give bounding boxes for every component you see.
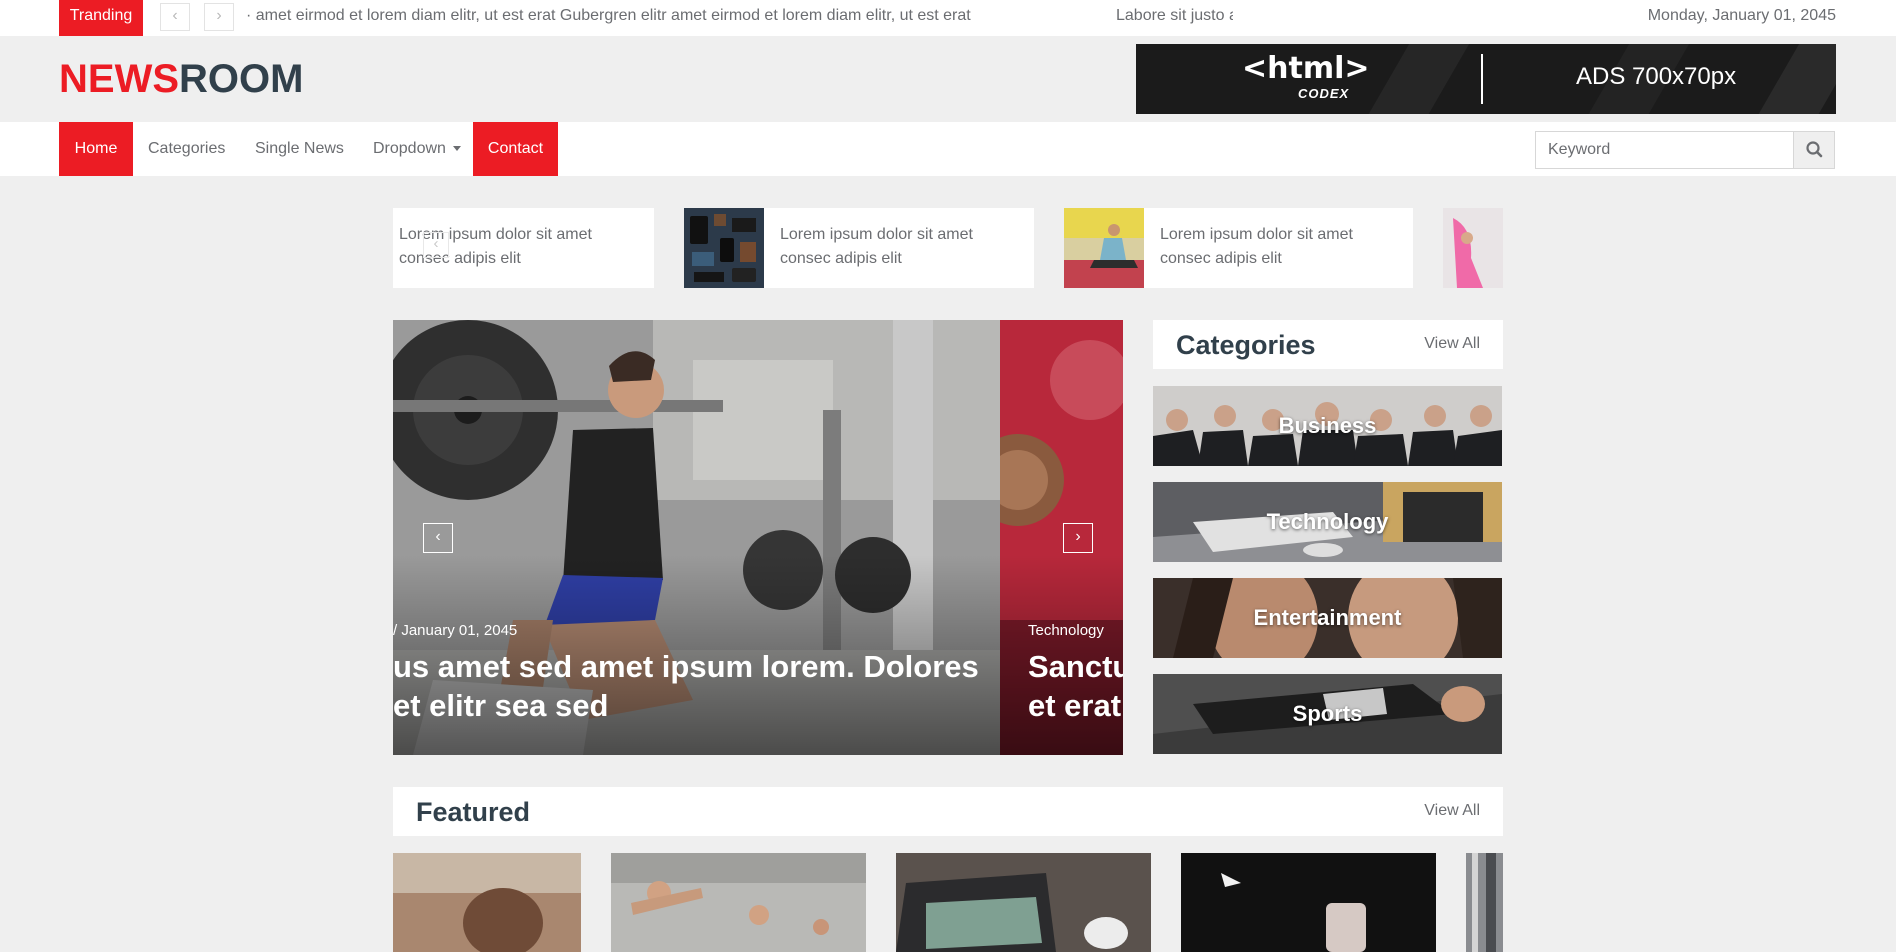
featured-title: Featured — [416, 797, 531, 827]
featured-card-image[interactable] — [896, 853, 1151, 952]
categories-title: Categories — [1176, 330, 1316, 360]
mini-news-text[interactable]: Lorem ipsum dolor sit amet consec adipis… — [780, 223, 973, 271]
category-label: Business — [1278, 413, 1377, 438]
mini-news-card[interactable] — [1443, 208, 1503, 288]
site-logo[interactable]: NEWSROOM — [59, 56, 303, 102]
hero-slide[interactable]: Technology Sanctus et erat — [1000, 320, 1123, 755]
nav-single-news[interactable]: Single News — [255, 122, 344, 176]
search-button[interactable] — [1793, 132, 1834, 168]
mini-news-card[interactable]: Lorem ipsum dolor sit amet consec adipis… — [684, 208, 1034, 288]
chevron-left-icon: ‹ — [435, 528, 441, 545]
featured-photo — [611, 853, 866, 952]
logo-part-red: NEWS — [59, 57, 179, 101]
trending-ticker[interactable]: · amet eirmod et lorem diam elitr, ut es… — [246, 0, 1236, 36]
ad-brand-logo: <html> — [1242, 51, 1370, 86]
ad-stripe — [1741, 44, 1836, 114]
ad-banner[interactable]: <html> CODEX ADS 700x70px — [1136, 44, 1836, 114]
chevron-right-icon: › — [1075, 528, 1081, 545]
category-card-sports[interactable]: Sports — [1153, 674, 1502, 754]
mini-news-line: Lorem ipsum dolor sit amet — [780, 226, 973, 243]
ticker-prev-button[interactable]: ‹ — [160, 3, 190, 31]
ticker-item[interactable]: · amet eirmod et lorem diam elitr, ut es… — [246, 0, 971, 32]
search-icon — [1806, 141, 1823, 158]
mini-news-thumbnail[interactable] — [1443, 208, 1503, 288]
categories-view-all-link[interactable]: View All — [1424, 335, 1480, 353]
ad-text: ADS 700x70px — [1576, 63, 1737, 90]
yoga-image — [1064, 208, 1144, 288]
featured-photo — [1466, 853, 1503, 952]
trending-badge: Tranding — [59, 0, 143, 36]
top-bar: Tranding ‹ › · amet eirmod et lorem diam… — [0, 0, 1896, 36]
hero-meta: / January 01, 2045 — [393, 622, 518, 639]
hero-slider[interactable]: / January 01, 2045 us amet sed amet ipsu… — [393, 320, 1123, 755]
chevron-right-icon: › — [216, 7, 222, 24]
hero-category[interactable]: Technology — [1028, 622, 1104, 639]
mini-news-line: consec adipis elit — [1160, 250, 1282, 267]
featured-header: Featured View All — [393, 787, 1503, 836]
ad-stripe — [1351, 44, 1481, 114]
featured-photo — [1181, 853, 1436, 952]
brand-row: NEWSROOM <html> CODEX ADS 700x70px — [0, 36, 1896, 122]
mini-news-card[interactable]: Lorem ipsum dolor sit amet consec adipis… — [1064, 208, 1413, 288]
caret-down-icon — [453, 146, 462, 152]
featured-photo — [393, 853, 581, 952]
nav-dropdown-label: Dropdown — [373, 140, 446, 157]
ticker-next-button[interactable]: › — [204, 3, 234, 31]
featured-card-image[interactable] — [1466, 853, 1503, 952]
nav-contact[interactable]: Contact — [473, 122, 558, 176]
chevron-left-icon: ‹ — [433, 235, 439, 252]
mini-news-thumbnail[interactable] — [1064, 208, 1144, 288]
category-label: Technology — [1266, 509, 1389, 534]
nav-home[interactable]: Home — [59, 122, 133, 176]
featured-view-all-link[interactable]: View All — [1424, 802, 1480, 820]
chevron-left-icon: ‹ — [172, 7, 178, 24]
hero-headline[interactable]: et elitr sea sed — [393, 686, 608, 725]
search-input[interactable] — [1536, 132, 1794, 168]
nav-categories[interactable]: Categories — [148, 122, 225, 176]
category-label: Sports — [1292, 701, 1363, 726]
featured-card-image[interactable] — [1181, 853, 1436, 952]
category-card-technology[interactable]: Technology — [1153, 482, 1502, 562]
mini-news-text[interactable]: Lorem ipsum dolor sit amet consec adipis… — [1160, 223, 1353, 271]
hero-prev-button[interactable]: ‹ — [423, 523, 453, 553]
mini-news-line: Lorem ipsum dolor sit amet — [1160, 226, 1353, 243]
hero-headline[interactable]: Sanctus — [1028, 647, 1123, 686]
ad-brand-sub: CODEX — [1298, 86, 1350, 101]
current-date: Monday, January 01, 2045 — [1647, 7, 1836, 24]
mini-news-line: consec adipis elit — [780, 250, 902, 267]
ad-divider — [1481, 54, 1483, 104]
category-card-business[interactable]: Business — [1153, 386, 1502, 466]
hero-headline[interactable]: et erat — [1028, 686, 1121, 725]
fitness-image — [1443, 208, 1503, 288]
categories-header: Categories View All — [1153, 320, 1503, 369]
logo-part-dark: ROOM — [179, 57, 304, 101]
hero-slide[interactable]: / January 01, 2045 us amet sed amet ipsu… — [393, 320, 1000, 755]
mini-news-thumbnail[interactable] — [684, 208, 764, 288]
featured-card-image[interactable] — [611, 853, 866, 952]
category-label: Entertainment — [1253, 605, 1402, 630]
nav-dropdown[interactable]: Dropdown — [373, 122, 462, 176]
featured-card-image[interactable] — [393, 853, 581, 952]
main-navbar: Home Categories Single News Dropdown Con… — [0, 122, 1896, 176]
gadgets-image — [684, 208, 764, 288]
category-card-entertainment[interactable]: Entertainment — [1153, 578, 1502, 658]
ticker-item[interactable]: Labore sit justo amet eos sed — [1116, 0, 1233, 32]
featured-photo — [896, 853, 1151, 952]
search-form — [1535, 131, 1835, 169]
hero-next-button[interactable]: › — [1063, 523, 1093, 553]
mini-news-prev-button[interactable]: ‹ — [423, 232, 449, 258]
hero-headline[interactable]: us amet sed amet ipsum lorem. Dolores — [393, 647, 979, 686]
